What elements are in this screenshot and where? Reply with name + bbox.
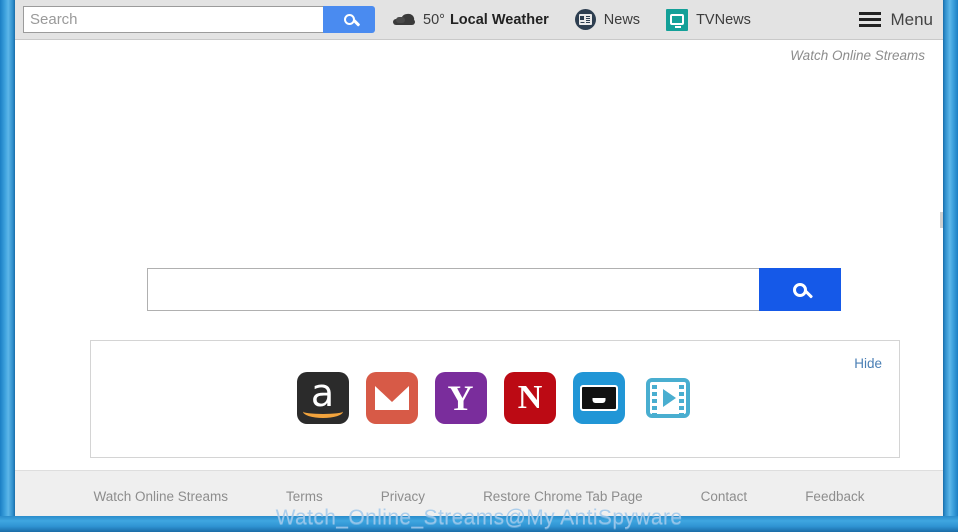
shortcut-mac[interactable]	[573, 372, 625, 424]
footer-link-contact[interactable]: Contact	[672, 489, 777, 504]
page-footer: Watch Online Streams Terms Privacy Resto…	[15, 470, 943, 522]
shortcuts-card: Hide a Y N	[90, 340, 900, 458]
tv-monitor-icon	[666, 9, 688, 31]
shortcut-amazon[interactable]: a	[297, 372, 349, 424]
footer-links: Watch Online Streams Terms Privacy Resto…	[65, 489, 894, 504]
shortcut-row: a Y N	[91, 372, 899, 424]
footer-link-terms[interactable]: Terms	[257, 489, 352, 504]
hide-shortcuts-link[interactable]: Hide	[854, 356, 882, 371]
newspaper-icon	[575, 9, 596, 30]
search-icon	[344, 14, 355, 25]
toolbar-item-local-weather[interactable]: 50° Local Weather	[393, 12, 549, 28]
page-scrollbar[interactable]	[940, 212, 943, 228]
footer-link-feedback[interactable]: Feedback	[776, 489, 893, 504]
shortcut-netflix[interactable]: N	[504, 372, 556, 424]
browser-extension-toolbar: 50° Local Weather News TVNews Menu	[15, 0, 943, 40]
footer-link-restore-chrome-tab-page[interactable]: Restore Chrome Tab Page	[454, 489, 672, 504]
page-canvas: 50° Local Weather News TVNews Menu Watch…	[15, 0, 943, 522]
monitor-icon	[580, 385, 618, 411]
amazon-smile-icon	[303, 405, 343, 418]
window-frame-left	[0, 0, 15, 532]
toolbar-item-tvnews-label: TVNews	[696, 12, 751, 28]
netflix-icon: N	[518, 381, 542, 415]
toolbar-search-button[interactable]	[323, 6, 375, 33]
window-frame-right	[943, 0, 958, 532]
toolbar-search-group	[23, 6, 375, 33]
toolbar-item-news-label: News	[604, 12, 640, 28]
main-search-button[interactable]	[759, 268, 841, 311]
weather-label: Local Weather	[450, 12, 549, 28]
toolbar-item-news[interactable]: News	[575, 9, 640, 30]
cloud-icon	[393, 13, 415, 26]
weather-temperature: 50°	[423, 12, 445, 28]
toolbar-menu-label: Menu	[890, 10, 933, 30]
page-brand-label: Watch Online Streams	[790, 48, 925, 63]
gmail-icon	[375, 386, 409, 410]
main-search-group	[147, 268, 841, 311]
toolbar-menu-button[interactable]: Menu	[859, 10, 933, 30]
shortcut-yahoo[interactable]: Y	[435, 372, 487, 424]
window-frame-bottom	[0, 516, 958, 532]
footer-link-watch-online-streams[interactable]: Watch Online Streams	[65, 489, 258, 504]
hamburger-menu-icon	[859, 12, 881, 27]
toolbar-search-input[interactable]	[23, 6, 323, 33]
film-play-icon	[646, 378, 690, 418]
main-search-input[interactable]	[147, 268, 759, 311]
toolbar-item-tvnews[interactable]: TVNews	[666, 9, 751, 31]
search-icon	[793, 283, 807, 297]
footer-link-privacy[interactable]: Privacy	[352, 489, 454, 504]
shortcut-gmail[interactable]	[366, 372, 418, 424]
yahoo-icon: Y	[448, 380, 474, 416]
shortcut-video[interactable]	[642, 372, 694, 424]
